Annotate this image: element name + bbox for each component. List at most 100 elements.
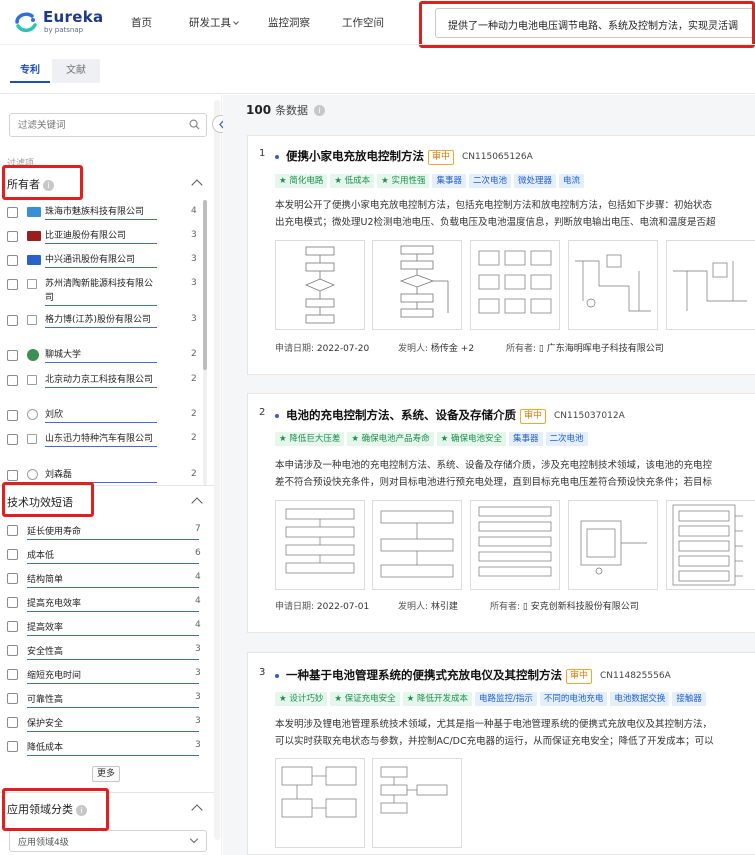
publication-number[interactable]: CN115037012A [554, 411, 625, 421]
result-card[interactable]: 2 电池的充电控制方法、系统、设备及存储介质 审中 CN115037012A ★ 降… [247, 393, 755, 633]
tech-checkbox[interactable] [7, 597, 18, 608]
tag[interactable]: ★ 设计巧妙 [275, 692, 328, 706]
tech-checkbox[interactable] [7, 525, 18, 536]
chevron-up-icon[interactable] [191, 179, 203, 191]
tech-checkbox[interactable] [7, 645, 18, 656]
owner-name[interactable]: 苏州清陶新能源科技有限公司 [45, 277, 157, 306]
tech-name[interactable]: 延长使用寿命 [27, 524, 199, 540]
nav-workspace[interactable]: 工作空间 [342, 15, 384, 30]
filter-keyword-field[interactable] [18, 118, 186, 133]
result-card[interactable]: 1 便携小家电充放电控制方法 审中 CN115065126A ★ 简化电路 ★ 低成本… [247, 135, 755, 375]
result-card[interactable]: 3 一种基于电池管理系统的便携式充放电仪及其控制方法 审中 CN114825556A… [247, 652, 755, 855]
owners-scroll-thumb[interactable] [203, 200, 207, 370]
owner-name[interactable]: 聊城大学 [45, 348, 157, 363]
tech-name[interactable]: 保护安全 [27, 716, 199, 732]
tech-checkbox[interactable] [7, 621, 18, 632]
owner-name[interactable]: 刘森磊 [45, 468, 157, 483]
tech-checkbox[interactable] [7, 741, 18, 752]
tech-checkbox[interactable] [7, 717, 18, 728]
card-title-text[interactable]: 一种基于电池管理系统的便携式充放电仪及其控制方法 [286, 668, 562, 682]
meta-value[interactable]: 安克创新科技股份有限公司 [531, 602, 639, 612]
tech-name[interactable]: 结构简单 [27, 572, 199, 588]
meta-value[interactable]: 林引建 [431, 602, 458, 612]
owner-checkbox[interactable] [7, 434, 18, 445]
tech-name[interactable]: 缩短充电时间 [27, 668, 199, 684]
tag[interactable]: 电流 [559, 174, 585, 188]
owner-checkbox[interactable] [7, 207, 18, 218]
sidebar-scrollbar[interactable] [214, 100, 220, 840]
tech-name[interactable]: 成本低 [27, 548, 199, 564]
tab-patent[interactable]: 专利 [10, 59, 50, 83]
tag[interactable]: ★ 降低开发成本 [402, 692, 472, 706]
drawing-thumbnail[interactable] [372, 500, 462, 590]
card-title[interactable]: 电池的充电控制方法、系统、设备及存储介质 审中 CN115037012A [286, 407, 625, 424]
owner-checkbox[interactable] [7, 315, 18, 326]
owner-checkbox[interactable] [7, 255, 18, 266]
drawing-thumbnail[interactable] [372, 758, 462, 848]
filter-input[interactable] [9, 113, 207, 137]
publication-number[interactable]: CN115065126A [462, 152, 533, 162]
nav-rd-tools[interactable]: 研发工具 [189, 15, 239, 30]
tag[interactable]: ★ 降低巨大压差 [275, 432, 345, 446]
tech-checkbox[interactable] [7, 669, 18, 680]
owner-name[interactable]: 北京动力京工科技有限公司 [45, 373, 157, 388]
tag[interactable]: 集事器 [508, 432, 543, 446]
tag[interactable]: 不同的电池充电 [539, 692, 608, 706]
meta-value[interactable]: 广东海明晖电子科技有限公司 [547, 344, 664, 354]
publication-number[interactable]: CN114825556A [600, 671, 671, 681]
owner-name[interactable]: 刘欣 [45, 408, 157, 423]
nav-home[interactable]: 首页 [131, 15, 152, 30]
drawing-thumbnail[interactable] [568, 500, 658, 590]
tech-name[interactable]: 提高充电效率 [27, 596, 199, 612]
tech-name[interactable]: 安全性高 [27, 644, 199, 660]
owner-checkbox[interactable] [7, 350, 18, 361]
drawing-thumbnail[interactable] [275, 240, 365, 330]
owners-scrollbar[interactable] [203, 200, 207, 485]
tech-checkbox[interactable] [7, 549, 18, 560]
card-title-text[interactable]: 电池的充电控制方法、系统、设备及存储介质 [286, 408, 516, 422]
tech-name[interactable]: 降低成本 [27, 740, 199, 756]
app-domain-select[interactable]: 应用领域4级 [9, 830, 207, 852]
drawing-thumbnail[interactable] [470, 240, 560, 330]
card-title[interactable]: 一种基于电池管理系统的便携式充放电仪及其控制方法 审中 CN114825556A [286, 667, 671, 684]
tag[interactable]: ★ 简化电路 [275, 174, 328, 188]
tag[interactable]: ★ 保证充电安全 [330, 692, 400, 706]
chevron-up-icon[interactable] [191, 804, 203, 816]
owner-name[interactable]: 比亚迪股份有限公司 [45, 229, 157, 244]
chevron-up-icon[interactable] [191, 497, 203, 509]
tag[interactable]: ★ 实用性强 [377, 174, 430, 188]
tag[interactable]: 微处理器 [514, 174, 557, 188]
owner-name[interactable]: 格力博(江苏)股份有限公司 [45, 313, 157, 328]
more-button[interactable]: 更多 [92, 766, 120, 782]
tech-name[interactable]: 可靠性高 [27, 692, 199, 708]
tab-literature[interactable]: 文献 [52, 59, 100, 83]
drawing-thumbnail[interactable] [372, 240, 462, 330]
card-title[interactable]: 便携小家电充放电控制方法 审中 CN115065126A [286, 148, 533, 165]
meta-value[interactable]: 杨传金 +2 [431, 344, 474, 354]
owner-checkbox[interactable] [7, 410, 18, 421]
tag[interactable]: ★ 确保电池产品寿命 [347, 432, 434, 446]
tech-checkbox[interactable] [7, 573, 18, 584]
tech-name[interactable]: 提高效率 [27, 620, 199, 636]
owner-checkbox[interactable] [7, 375, 18, 386]
drawing-thumbnail[interactable] [666, 240, 755, 330]
tag[interactable]: ★ 低成本 [330, 174, 375, 188]
card-title-text[interactable]: 便携小家电充放电控制方法 [286, 149, 424, 163]
owner-name[interactable]: 珠海市魅族科技有限公司 [45, 205, 157, 220]
tag[interactable]: 电路监控/指示 [474, 692, 537, 706]
tag[interactable]: 集事器 [432, 174, 466, 188]
drawing-thumbnail[interactable] [568, 240, 658, 330]
tag[interactable]: 接触器 [672, 692, 706, 706]
tag[interactable]: 二次电池 [469, 174, 512, 188]
search-icon[interactable] [189, 119, 200, 130]
owner-name[interactable]: 中兴通讯股份有限公司 [45, 253, 157, 268]
nav-monitor[interactable]: 监控洞察 [268, 15, 310, 30]
drawing-thumbnail[interactable] [275, 758, 365, 848]
tag[interactable]: 电池数据交换 [610, 692, 670, 706]
tag[interactable]: 二次电池 [545, 432, 588, 446]
eureka-logo[interactable]: Eureka by patsnap [14, 8, 104, 36]
owner-name[interactable]: 山东迅力特种汽车有限公司 [45, 432, 157, 447]
drawing-thumbnail[interactable] [470, 500, 560, 590]
tech-checkbox[interactable] [7, 693, 18, 704]
tag[interactable]: ★ 确保电池安全 [436, 432, 506, 446]
